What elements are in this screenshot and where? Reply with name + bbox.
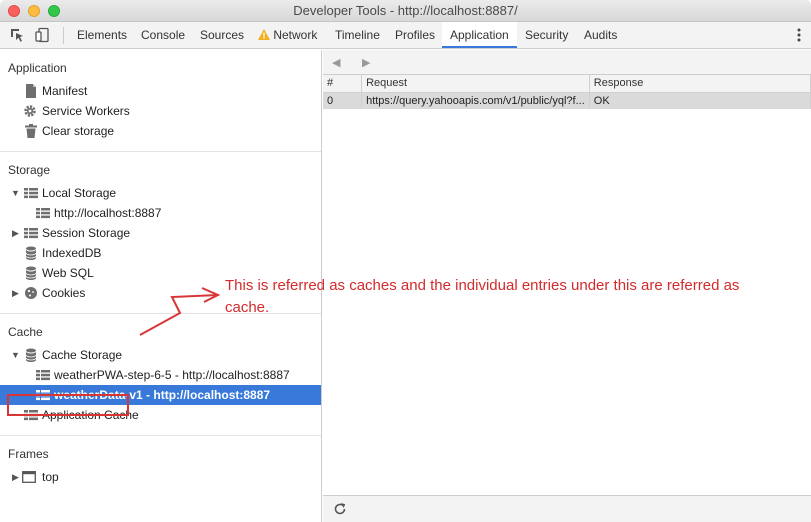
panel-footer (323, 495, 811, 522)
sidebar-item-cache-storage[interactable]: ▼ Cache Storage (0, 345, 321, 365)
tab-profiles[interactable]: Profiles (395, 22, 435, 48)
column-header-request[interactable]: Request (361, 75, 590, 93)
table-header-row: # Request Response (323, 75, 811, 93)
section-title-application: Application (8, 61, 67, 75)
sidebar-item-manifest[interactable]: Manifest (0, 81, 321, 101)
sidebar-item-frame-top[interactable]: ▶ top (0, 467, 321, 487)
panel-tab-bar: Elements Console Sources Network Timelin… (0, 22, 811, 49)
sidebar-item-cache-weatherpwa[interactable]: weatherPWA-step-6-5 - http://localhost:8… (0, 365, 321, 385)
maximize-window-button[interactable] (48, 5, 60, 17)
cell-request: https://query.yahooapis.com/v1/public/yq… (361, 92, 590, 109)
close-window-button[interactable] (8, 5, 20, 17)
expanded-arrow-icon[interactable]: ▼ (11, 345, 21, 365)
more-options-icon[interactable] (797, 28, 801, 42)
tab-network[interactable]: Network (258, 22, 317, 48)
column-header-index[interactable]: # (323, 75, 363, 93)
tab-sources[interactable]: Sources (200, 22, 244, 48)
inspect-element-icon[interactable] (9, 27, 25, 43)
toolbar-divider (63, 27, 64, 44)
annotation-arrow (139, 287, 220, 336)
next-page-icon[interactable]: ▶ (362, 56, 370, 69)
sidebar-item-service-workers[interactable]: Service Workers (0, 101, 321, 121)
sidebar-item-session-storage[interactable]: ▶ Session Storage (0, 223, 321, 243)
refresh-icon[interactable] (333, 502, 347, 516)
tab-audits[interactable]: Audits (584, 22, 617, 48)
database-icon (25, 266, 37, 280)
collapsed-arrow-icon[interactable]: ▶ (12, 467, 22, 487)
annotation-text: This is referred as caches and the indiv… (225, 277, 740, 316)
cell-index: 0 (323, 92, 363, 109)
tab-console[interactable]: Console (141, 22, 185, 48)
sidebar-item-clear-storage[interactable]: Clear storage (0, 121, 321, 141)
collapsed-arrow-icon[interactable]: ▶ (12, 283, 22, 303)
device-toolbar-icon[interactable] (34, 27, 50, 43)
tab-application[interactable]: Application (442, 22, 517, 48)
window-title: Developer Tools - http://localhost:8887/ (293, 3, 518, 18)
sidebar-item-local-storage-origin[interactable]: http://localhost:8887 (0, 203, 321, 223)
section-divider (0, 151, 321, 152)
previous-page-icon[interactable]: ◀ (332, 56, 340, 69)
column-header-response[interactable]: Response (589, 75, 811, 93)
sidebar-item-indexeddb[interactable]: IndexedDB (0, 243, 321, 263)
grid-icon (36, 370, 50, 381)
minimize-window-button[interactable] (28, 5, 40, 17)
gear-icon (24, 105, 36, 117)
table-row[interactable]: 0 https://query.yahooapis.com/v1/public/… (323, 92, 811, 109)
frame-icon (22, 471, 36, 483)
tab-security[interactable]: Security (525, 22, 568, 48)
warning-icon (258, 29, 270, 40)
tab-elements[interactable]: Elements (77, 22, 127, 48)
expanded-arrow-icon[interactable]: ▼ (11, 183, 21, 203)
grid-icon (24, 228, 38, 239)
section-divider (0, 435, 321, 436)
grid-icon (36, 208, 50, 219)
sidebar-item-local-storage[interactable]: ▼ Local Storage (0, 183, 321, 203)
database-icon (25, 348, 37, 362)
section-title-frames: Frames (8, 447, 49, 461)
trash-icon (25, 124, 37, 138)
annotation-highlight-box (7, 394, 129, 416)
section-title-storage: Storage (8, 163, 51, 177)
cache-entries-table: # Request Response 0 https://query.yahoo… (323, 75, 811, 109)
tab-timeline[interactable]: Timeline (335, 22, 380, 48)
title-bar: Developer Tools - http://localhost:8887/ (0, 0, 811, 22)
document-icon (26, 84, 36, 98)
pagination-bar: ◀ ▶ (323, 50, 811, 75)
collapsed-arrow-icon[interactable]: ▶ (12, 223, 22, 243)
cookie-icon (25, 287, 37, 299)
devtools-window: Developer Tools - http://localhost:8887/… (0, 0, 811, 522)
grid-icon (24, 188, 38, 199)
cell-response: OK (589, 92, 811, 109)
section-title-cache: Cache (8, 325, 43, 339)
database-icon (25, 246, 37, 260)
